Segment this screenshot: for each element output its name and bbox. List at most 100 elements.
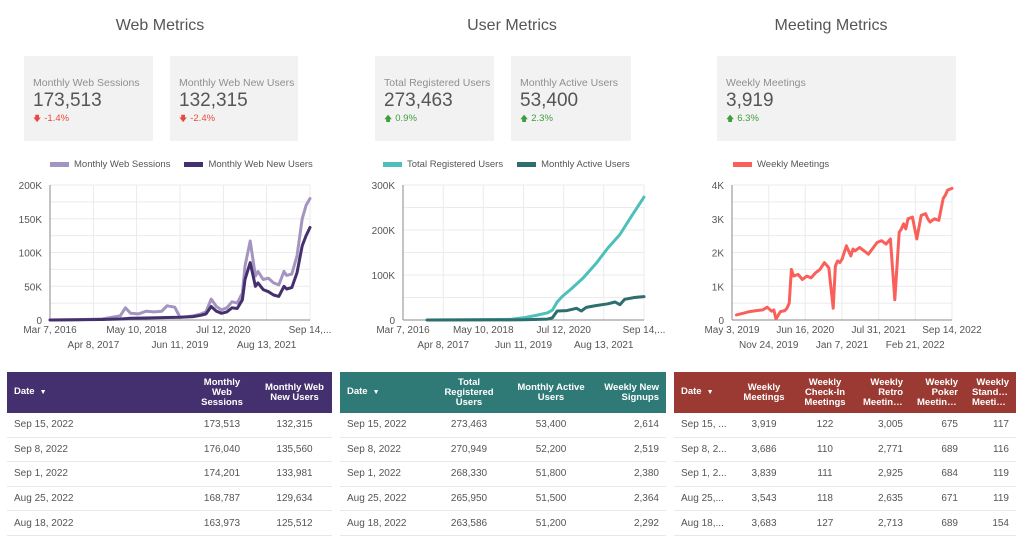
y-tick-label: 1K <box>712 282 725 293</box>
legend-swatch <box>383 162 402 167</box>
table-row[interactable]: Aug 25,... 3,543 118 2,635 671 119 <box>674 487 1016 512</box>
cell-value: 265,950 <box>450 493 488 505</box>
cell-value: 2,635 <box>877 493 903 505</box>
column-header-date[interactable]: Date ▼ <box>7 387 187 398</box>
x-tick-label: Sep 14,... <box>289 325 332 336</box>
x-tick-label: Feb 21, 2022 <box>886 340 945 351</box>
x-tick-label: May 10, 2018 <box>106 325 167 336</box>
cell-value: 53,400 <box>535 419 567 431</box>
kpi-delta: 🡅 2.3% <box>520 113 622 127</box>
column-header-total-registered-users[interactable]: Total Registered Users <box>428 378 510 408</box>
x-tick-label: May 3, 2019 <box>704 325 759 336</box>
legend-swatch <box>517 162 537 167</box>
table-row[interactable]: Aug 25, 2022 265,950 51,500 2,364 <box>340 487 666 512</box>
y-tick-label: 3K <box>712 215 725 226</box>
column-header-label: Date <box>14 387 35 397</box>
user-metrics-table: Date ▼ Total Registered Users Monthly Activ… <box>340 372 666 536</box>
x-tick-label: Apr 8, 2017 <box>68 340 120 351</box>
legend-item-weekly-meetings[interactable]: Weekly Meetings <box>733 159 829 170</box>
column-header-label: Monthly Active Users <box>517 382 585 403</box>
kpi-value: 273,463 <box>384 90 453 111</box>
sort-desc-icon[interactable]: ▼ <box>707 389 714 396</box>
column-header-monthly-web-new-users[interactable]: Monthly Web New Users <box>257 383 332 403</box>
legend-item-web-new-users[interactable]: Monthly Web New Users <box>184 159 313 170</box>
kpi-monthly-active-users: Monthly Active Users 53,400 🡅 2.3% <box>511 56 631 141</box>
kpi-value: 173,513 <box>33 90 102 111</box>
table-row[interactable]: Sep 1, 2... 3,839 111 2,925 684 119 <box>674 462 1016 487</box>
x-tick-label: Aug 13, 2021 <box>574 340 634 351</box>
kpi-delta: 🡅 6.3% <box>726 113 947 127</box>
legend-item-registered-users[interactable]: Total Registered Users <box>383 159 503 170</box>
arrow-down-icon: 🡇 <box>33 114 42 123</box>
cell-date: Sep 15, 2022 <box>347 419 407 431</box>
cell-value: 3,919 <box>751 419 777 431</box>
table-row[interactable]: Aug 25, 2022 168,787 129,634 <box>7 487 332 512</box>
column-header-date[interactable]: Date ▼ <box>340 387 428 398</box>
legend-label: Weekly Meetings <box>757 159 830 170</box>
x-tick-label: Mar 7, 2016 <box>23 325 77 336</box>
column-header-monthly-web-sessions[interactable]: Monthly Web Sessions <box>187 378 257 408</box>
column-header-weekly-retro-meetings[interactable]: Weekly Retro Meetings <box>856 378 910 408</box>
table-row[interactable]: Sep 15, 2022 273,463 53,400 2,614 <box>340 413 666 438</box>
kpi-delta-value: 6.3% <box>737 113 759 124</box>
column-header-label: Weekly Standup Meetings <box>972 377 1014 408</box>
cell-date: Aug 18, 2022 <box>14 517 74 529</box>
legend-item-web-sessions[interactable]: Monthly Web Sessions <box>50 159 170 170</box>
web-metrics-title: Web Metrics <box>115 17 205 34</box>
cell-date: Sep 8, 2... <box>681 443 727 455</box>
table-header: Date ▼ Monthly Web Sessions Monthly Web New… <box>7 372 332 413</box>
column-header-weekly-check-in-meetings[interactable]: Weekly Check-In Meetings <box>794 378 856 408</box>
table-row[interactable]: Sep 15, ... 3,919 122 3,005 675 117 <box>674 413 1016 438</box>
cell-date: Aug 25, 2022 <box>14 493 74 505</box>
cell-date: Aug 25, 2022 <box>347 493 407 505</box>
cell-value: 2,519 <box>633 443 659 455</box>
table-row[interactable]: Aug 18,... 3,683 127 2,713 689 154 <box>674 511 1016 536</box>
cell-date: Sep 15, 2022 <box>14 419 74 431</box>
cell-value: 168,787 <box>203 493 241 505</box>
sort-desc-icon[interactable]: ▼ <box>373 389 380 396</box>
legend-item-active-users[interactable]: Monthly Active Users <box>517 159 630 170</box>
x-tick-label: Mar 7, 2016 <box>376 325 430 336</box>
sort-desc-icon[interactable]: ▼ <box>40 389 47 396</box>
column-header-label: Date <box>347 387 368 397</box>
column-header-weekly-poker-meetings[interactable]: Weekly Poker Meetings <box>910 378 965 408</box>
cell-value: 675 <box>941 419 958 431</box>
table-row[interactable]: Sep 8, 2022 270,949 52,200 2,519 <box>340 438 666 463</box>
column-header-weekly-meetings[interactable]: Weekly Meetings <box>734 383 794 403</box>
kpi-weekly-meetings: Weekly Meetings 3,919 🡅 6.3% <box>717 56 956 141</box>
cell-value: 3,543 <box>751 493 777 505</box>
kpi-label: Monthly Web Sessions <box>33 77 140 89</box>
legend-swatch <box>50 162 69 167</box>
column-header-weekly-standup-meetings[interactable]: Weekly Standup Meetings <box>965 378 1016 408</box>
column-header-date[interactable]: Date ▼ <box>674 387 734 398</box>
meeting-metrics-chart: 01K2K3K4KMay 3, 2019 Jun 16, 2020 Jul 31, … <box>704 181 982 351</box>
cell-date: Sep 1, 2022 <box>14 468 68 480</box>
web-metrics-table: Date ▼ Monthly Web Sessions Monthly Web New… <box>7 372 332 536</box>
table-header: Date ▼ Weekly Meetings Weekly Check-In Meet… <box>674 372 1016 413</box>
table-row[interactable]: Sep 8, 2... 3,686 110 2,771 689 116 <box>674 438 1016 463</box>
legend-label: Monthly Active Users <box>541 159 630 170</box>
column-header-label: Weekly Retro Meetings <box>863 377 905 408</box>
table-row[interactable]: Sep 1, 2022 174,201 133,981 <box>7 462 332 487</box>
cell-value: 2,713 <box>877 517 903 529</box>
cell-value: 263,586 <box>450 517 488 529</box>
cell-value: 684 <box>941 468 958 480</box>
cell-value: 118 <box>817 493 833 505</box>
column-header-monthly-active-users[interactable]: Monthly Active Users <box>510 383 592 403</box>
x-tick-label: Jun 16, 2020 <box>776 325 834 336</box>
web-chart-legend: Monthly Web Sessions Monthly Web New Use… <box>50 159 313 170</box>
table-row[interactable]: Sep 15, 2022 173,513 132,315 <box>7 413 332 438</box>
table-row[interactable]: Sep 1, 2022 268,330 51,800 2,380 <box>340 462 666 487</box>
x-tick-label: Jul 12, 2020 <box>196 325 251 336</box>
cell-value: 119 <box>993 468 1009 480</box>
cell-value: 119 <box>993 493 1009 505</box>
table-row[interactable]: Aug 18, 2022 263,586 51,200 2,292 <box>340 511 666 536</box>
cell-value: 2,292 <box>633 517 659 529</box>
column-header-weekly-new-signups[interactable]: Weekly New Signups <box>592 383 666 403</box>
table-row[interactable]: Aug 18, 2022 163,973 125,512 <box>7 511 332 536</box>
kpi-monthly-web-sessions: Monthly Web Sessions 173,513 🡇 -1.4% <box>24 56 153 141</box>
y-tick-label: 100K <box>19 249 43 260</box>
table-row[interactable]: Sep 8, 2022 176,040 135,560 <box>7 438 332 463</box>
cell-value: 270,949 <box>450 443 488 455</box>
y-tick-label: 50K <box>24 282 42 293</box>
